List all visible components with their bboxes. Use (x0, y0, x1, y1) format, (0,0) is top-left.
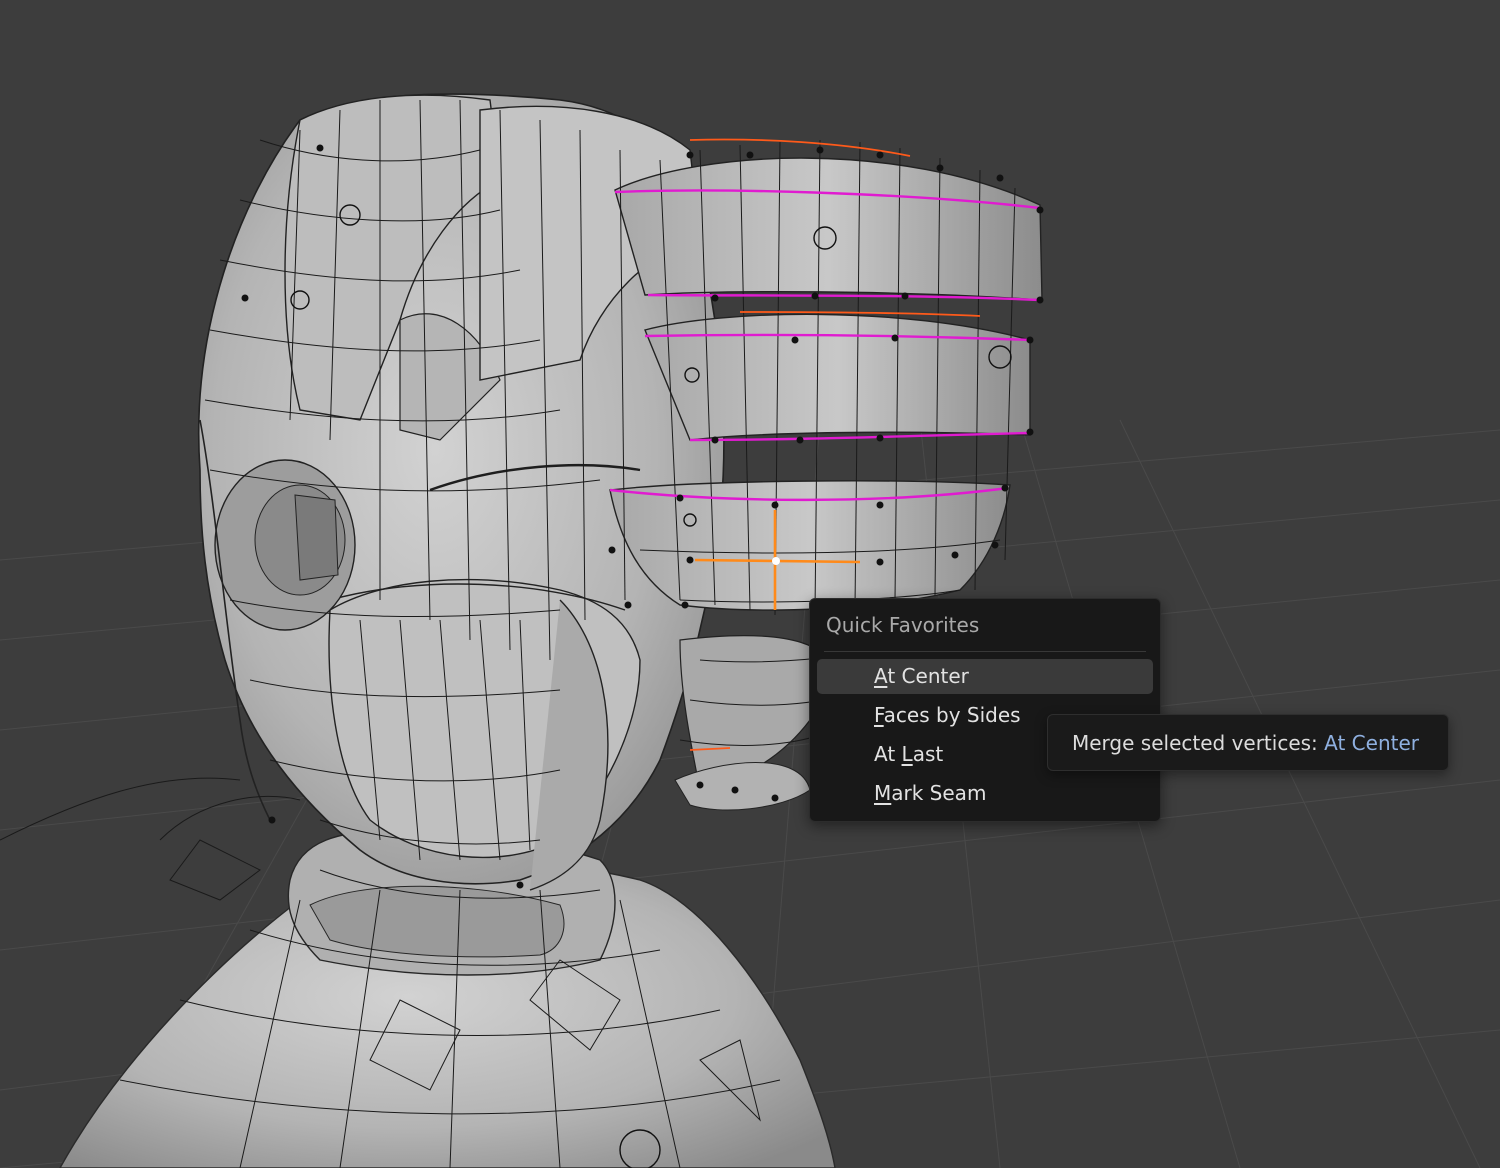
shortcut-letter: L (901, 742, 913, 766)
merge-tooltip: Merge selected vertices: At Center (1047, 714, 1449, 771)
menu-item-label: ark Seam (891, 781, 987, 805)
menu-title: Quick Favorites (826, 613, 980, 637)
shortcut-letter: F (874, 703, 884, 727)
menu-item-label: t Center (887, 664, 969, 688)
menu-item-label: ast (912, 742, 944, 766)
tooltip-value: At Center (1324, 731, 1419, 755)
shortcut-letter: M (874, 781, 892, 805)
viewport-canvas (0, 93, 1500, 1168)
shortcut-letter: A (874, 664, 888, 688)
menu-item-at-center[interactable]: At Center (817, 659, 1153, 694)
menu-item-label: aces by Sides (883, 703, 1021, 727)
tooltip-text: Merge selected vertices: (1072, 731, 1325, 755)
3d-viewport[interactable] (0, 0, 1500, 1168)
menu-item-mark-seam[interactable]: Mark Seam (817, 776, 1153, 811)
menu-item-label-prefix: At (874, 742, 902, 766)
quick-favorites-menu: Quick Favorites At Center Faces by Sides… (809, 598, 1161, 822)
menu-separator (824, 651, 1146, 652)
